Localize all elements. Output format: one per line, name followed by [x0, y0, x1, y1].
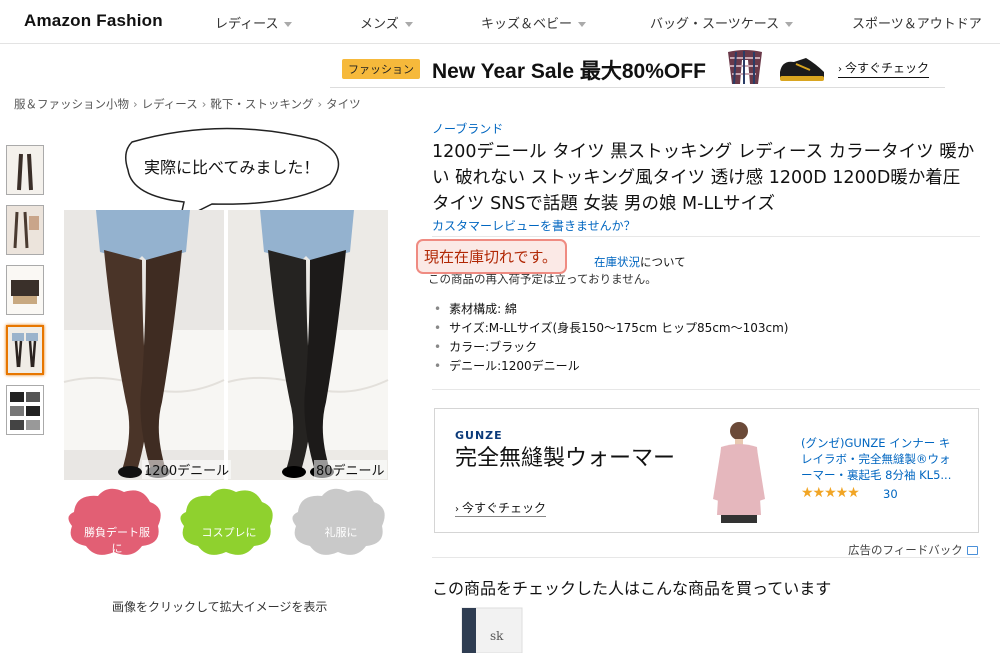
- banner-check-link[interactable]: › 今すぐチェック: [838, 59, 930, 78]
- ad-feedback-link[interactable]: 広告のフィードバック: [848, 542, 978, 558]
- thumbnail-2[interactable]: [6, 205, 44, 255]
- right-denier-label: 80デニール: [314, 460, 387, 479]
- promo-banner[interactable]: ファッション New Year Sale 最大80%OFF › 今すぐチェック: [330, 46, 945, 88]
- caret-down-icon: [284, 22, 293, 27]
- review-count[interactable]: 30: [883, 487, 898, 501]
- chevron-right-icon: ›: [455, 504, 459, 515]
- caret-down-icon: [578, 22, 587, 27]
- scarf-image: [728, 50, 762, 85]
- thumbnail-3[interactable]: [6, 265, 44, 315]
- thumbnail-1[interactable]: [6, 145, 44, 195]
- ad-check-link[interactable]: › 今すぐチェック: [455, 499, 547, 517]
- also-bought-heading: この商品をチェックした人はこんな商品を買っています: [432, 579, 832, 598]
- ad-headline: 完全無縫製ウォーマー: [455, 446, 676, 471]
- ad-product-name[interactable]: (グンゼ)GUNZE インナー キレイラボ・完全無縫製®ウォーマー・裏起毛 8分…: [801, 435, 961, 483]
- nav-item-bags[interactable]: バッグ・スーツケース: [650, 13, 794, 32]
- brand-link[interactable]: ノーブランド: [432, 120, 503, 137]
- feature-bullet: 素材構成: 綿: [434, 300, 788, 319]
- left-denier-label: 1200デニール: [142, 460, 232, 479]
- top-nav: Amazon Fashion レディース メンズ キッズ＆ベビー バッグ・スーツ…: [0, 0, 1000, 44]
- feature-bullet: カラー:ブラック: [434, 338, 788, 357]
- thumbnail-5[interactable]: [6, 385, 44, 435]
- stock-status-link[interactable]: 在庫状況: [594, 255, 640, 269]
- recommended-product-image[interactable]: sk: [460, 606, 524, 653]
- stock-status-note: 在庫状況について: [594, 255, 686, 269]
- out-of-stock-highlight: 現在在庫切れです。: [416, 239, 568, 274]
- cloud-label-date: 勝負デート服に: [84, 526, 150, 555]
- ad-brand: GUNZE: [455, 429, 503, 442]
- caret-down-icon: [404, 22, 413, 27]
- thumbnail-list: [6, 145, 44, 445]
- divider: [432, 389, 980, 390]
- sponsored-ad[interactable]: GUNZE 完全無縫製ウォーマー › 今すぐチェック (グンゼ)GUNZE インナ…: [434, 408, 979, 533]
- star-rating-icon: ★★★★★: [801, 485, 860, 501]
- image-zoom-caption: 画像をクリックして拡大イメージを表示: [112, 600, 328, 614]
- svg-text:sk: sk: [490, 629, 504, 643]
- fashion-tag: ファッション: [342, 59, 420, 79]
- breadcrumb-item[interactable]: 服＆ファッション小物: [14, 97, 129, 111]
- divider: [432, 236, 980, 237]
- feature-bullet: デニール:1200デニール: [434, 357, 788, 376]
- cloud-label-formal: 礼服に: [324, 526, 358, 539]
- speech-bubble-text: 実際に比べてみました！: [144, 158, 320, 177]
- amazon-fashion-logo[interactable]: Amazon Fashion: [24, 11, 163, 31]
- write-review-link[interactable]: カスタマーレビューを書きませんか？: [432, 217, 636, 234]
- thumbnail-4-selected[interactable]: [6, 325, 44, 375]
- divider: [432, 557, 980, 558]
- breadcrumb-item[interactable]: タイツ: [326, 97, 361, 111]
- nav-item-sports[interactable]: スポーツ＆アウトドア: [852, 13, 982, 32]
- breadcrumb-item[interactable]: 靴下・ストッキング: [210, 97, 313, 111]
- chevron-right-icon: ›: [838, 64, 842, 75]
- breadcrumb: 服＆ファッション小物 › レディース › 靴下・ストッキング › タイツ: [14, 97, 361, 111]
- sneaker-image: [780, 58, 824, 81]
- product-title: 1200デニール タイツ 黒ストッキング レディース カラータイツ 暖かい 破れ…: [432, 142, 975, 214]
- nav-item-ladies[interactable]: レディース: [215, 13, 293, 32]
- nav-item-kids[interactable]: キッズ＆ベビー: [481, 13, 587, 32]
- caret-down-icon: [785, 22, 794, 27]
- feedback-icon: [966, 546, 978, 555]
- ad-product-image[interactable]: [711, 419, 767, 525]
- feature-bullet: サイズ:M-LLサイズ(身長150〜175cm ヒップ85cm〜103cm): [434, 319, 788, 338]
- main-product-image[interactable]: 実際に比べてみました！ 1200デニール 80デニール 勝負デート服に コスプレ…: [62, 122, 392, 582]
- breadcrumb-item[interactable]: レディース: [142, 97, 198, 111]
- nav-item-mens[interactable]: メンズ: [360, 13, 413, 32]
- sale-headline: New Year Sale 最大80%OFF: [432, 60, 706, 83]
- feature-bullets: 素材構成: 綿 サイズ:M-LLサイズ(身長150〜175cm ヒップ85cm〜…: [434, 300, 788, 376]
- cloud-label-cosplay: コスプレに: [201, 526, 257, 539]
